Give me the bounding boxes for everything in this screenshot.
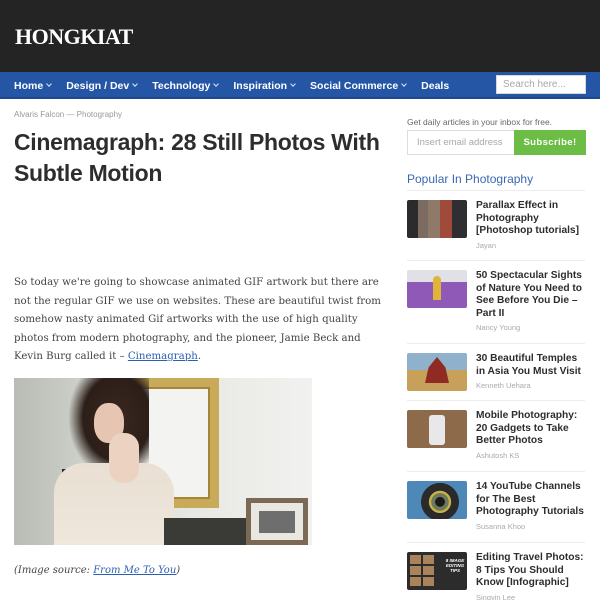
thumbnail[interactable] <box>407 481 467 519</box>
article-meta[interactable]: Alvaris Falcon — Photography <box>14 110 122 119</box>
article-intro: So today we're going to showcase animate… <box>14 274 384 367</box>
thumb-tile <box>410 555 421 564</box>
popular-item-author: Singyin Lee <box>476 592 516 600</box>
thumbnail[interactable] <box>407 353 467 391</box>
framed-picture <box>259 511 295 533</box>
divider <box>407 542 585 543</box>
site-header: HONGKIAT <box>0 0 600 72</box>
chevron-down-icon <box>401 81 407 87</box>
subscribe-button[interactable]: Subscribe! <box>514 130 586 155</box>
thumb-tile <box>410 577 421 586</box>
nav-item-inspiration[interactable]: Inspiration <box>231 80 297 92</box>
popular-item-title-text[interactable]: 14 YouTube Channels for The Best Photogr… <box>476 481 588 519</box>
intro-end: . <box>197 351 202 362</box>
divider <box>407 343 585 344</box>
divider <box>407 260 585 261</box>
thumbnail[interactable] <box>407 200 467 238</box>
nav-item-label: Design / Dev <box>66 79 130 92</box>
site-logo[interactable]: HONGKIAT <box>15 24 133 50</box>
intro-text: So today we're going to showcase animate… <box>14 277 381 362</box>
thumb-tile <box>410 566 421 575</box>
image-caption: (Image source: From Me To You) <box>14 565 180 576</box>
popular-heading: Popular In Photography <box>407 172 534 186</box>
popular-item-author: Ashutosh KS <box>476 450 520 460</box>
nav-items: Home Design / Dev Technology Inspiration… <box>12 72 462 99</box>
thumbnail[interactable] <box>407 270 467 308</box>
article-image <box>14 378 312 545</box>
popular-item-title[interactable]: Editing Travel Photos: 8 Tips You Should… <box>476 552 588 600</box>
search-input[interactable] <box>496 75 586 94</box>
cinemagraph-link[interactable]: Cinemagraph <box>128 351 198 362</box>
nav-item-label: Home <box>14 79 44 92</box>
popular-item-author: Kenneth Uehara <box>476 381 531 390</box>
email-input[interactable] <box>407 130 514 155</box>
divider <box>407 471 585 472</box>
article-title: Cinemagraph: 28 Still Photos With Subtle… <box>14 129 380 186</box>
newsletter-form: Subscribe! <box>407 130 586 155</box>
popular-item-title-text[interactable]: Mobile Photography: 20 Gadgets to Take B… <box>476 410 588 448</box>
nav-item-technology[interactable]: Technology <box>150 80 220 92</box>
nav-item-label: Deals <box>421 79 450 92</box>
nav-item-social-commerce[interactable]: Social Commerce <box>308 80 408 92</box>
caption-suffix: ) <box>176 565 181 576</box>
divider <box>407 400 585 401</box>
picture-frame <box>246 498 308 545</box>
caption-prefix: (Image source: <box>14 565 94 576</box>
popular-item-title[interactable]: 30 Beautiful Temples in Asia You Must Vi… <box>476 353 588 391</box>
nav-item-label: Inspiration <box>233 79 288 92</box>
thumb-tile <box>423 577 434 586</box>
nav-item-deals[interactable]: Deals <box>419 80 451 92</box>
newsletter-note: Get daily articles in your inbox for fre… <box>407 117 553 127</box>
nav-item-home[interactable]: Home <box>12 80 53 92</box>
popular-item-title-text[interactable]: Parallax Effect in Photography [Photosho… <box>476 200 588 238</box>
popular-item-title-text[interactable]: 30 Beautiful Temples in Asia You Must Vi… <box>476 353 588 378</box>
model-arm <box>109 433 139 483</box>
thumb-text: 8 IMAGE EDITING TIPS <box>445 558 465 573</box>
image-source-link[interactable]: From Me To You <box>93 565 176 576</box>
thumb-tile <box>423 566 434 575</box>
chevron-down-icon <box>132 81 139 87</box>
popular-item-author: Jayan <box>476 240 497 250</box>
popular-item-title-text[interactable]: Editing Travel Photos: 8 Tips You Should… <box>476 552 588 590</box>
nav-item-design-dev[interactable]: Design / Dev <box>64 80 139 92</box>
chevron-down-icon <box>46 81 53 87</box>
divider <box>407 190 585 191</box>
popular-item-author: Susanna Khoo <box>476 521 526 531</box>
popular-item-title[interactable]: Parallax Effect in Photography [Photosho… <box>476 200 588 251</box>
nav-item-label: Technology <box>152 79 211 92</box>
popular-item-title[interactable]: 14 YouTube Channels for The Best Photogr… <box>476 481 588 532</box>
thumbnail[interactable] <box>407 410 467 448</box>
nav-item-label: Social Commerce <box>310 79 399 92</box>
popular-item-title-text[interactable]: 50 Spectacular Sights of Nature You Need… <box>476 270 588 320</box>
thumb-tile <box>423 555 434 564</box>
popular-item-title[interactable]: 50 Spectacular Sights of Nature You Need… <box>476 270 588 333</box>
chevron-down-icon <box>290 81 296 87</box>
popular-item-author: Nancy Young <box>476 323 521 332</box>
popular-item-title[interactable]: Mobile Photography: 20 Gadgets to Take B… <box>476 410 588 461</box>
chevron-down-icon <box>213 81 220 87</box>
thumbnail[interactable]: 8 IMAGE EDITING TIPS <box>407 552 467 590</box>
